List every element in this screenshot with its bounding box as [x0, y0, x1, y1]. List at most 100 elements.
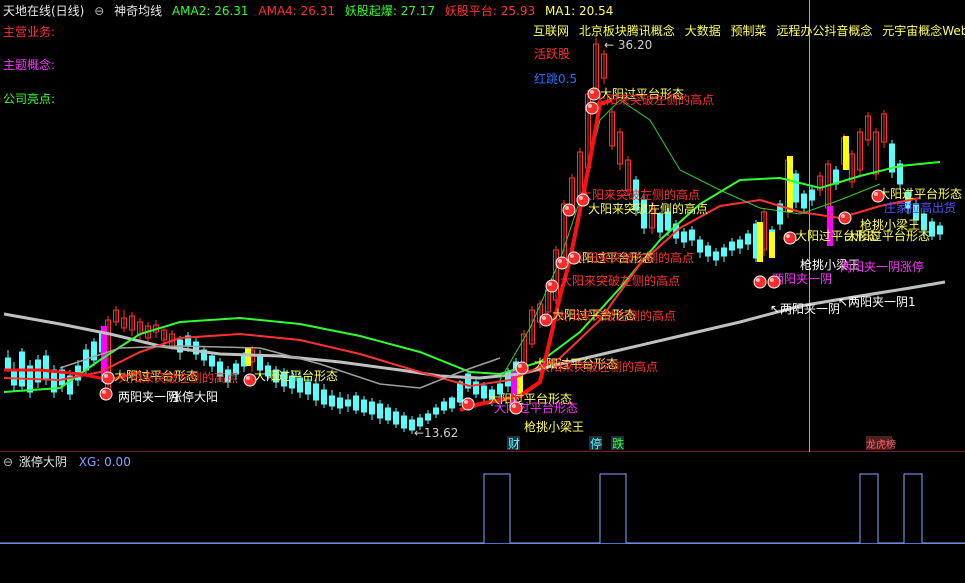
candle-body [929, 221, 935, 237]
signal-ball-highlight [542, 316, 546, 320]
pattern-annotation: 大阳来突破左侧的高点 [538, 359, 658, 374]
pattern-annotation: 大阳来突破左侧的高点 [556, 308, 676, 323]
candle-body [441, 401, 447, 411]
signal-ball-highlight [786, 234, 790, 238]
pattern-annotation: 两阳夹一阴 [118, 390, 178, 404]
candle-body [257, 355, 263, 371]
candle-body [385, 407, 391, 421]
signal-ball-icon [767, 275, 781, 289]
candle-body [417, 417, 423, 427]
signal-ball-icon [576, 193, 590, 207]
candle-body [921, 213, 927, 231]
signal-ball-highlight [558, 259, 562, 263]
event-marker-label: 财 [508, 437, 520, 451]
signal-ball-highlight [512, 404, 516, 408]
main-business-label: 主营业务: [3, 25, 56, 39]
candle-body [657, 213, 663, 233]
signal-ball-highlight [104, 374, 108, 378]
concept-item: 元宇宙概念 [882, 24, 943, 38]
pattern-annotation: 枪挑小梁王 [524, 419, 584, 434]
sub-panel-title[interactable]: 涨停大阴 [19, 455, 67, 469]
kline-chart[interactable]: 大阳过平台形态大阳来突破左侧的高点大阳来突破左侧的高点大阳来突破左侧的高点大阳过… [0, 0, 965, 579]
event-marker-label: 龙虎榜 [866, 438, 896, 451]
sub-panel-header: ⊖ 涨停大阴 XG: 0.00 [0, 452, 139, 472]
price-high-label: ← 36.20 [604, 38, 652, 52]
concept-item: 抖音概念 [824, 24, 873, 38]
signal-ball-icon [243, 373, 257, 387]
signal-ball-highlight [588, 104, 592, 108]
candle-body [737, 239, 743, 249]
signal-ball-highlight [579, 196, 583, 200]
signal-ball-highlight [590, 90, 594, 94]
pattern-annotation: ↖两阳夹一阴1 [838, 295, 916, 309]
concept-item: 北京板块 [578, 24, 627, 38]
concept-item: 预制菜 [730, 24, 767, 38]
sub-panel-toggle-icon[interactable]: ⊖ [3, 455, 13, 469]
candle-body [329, 395, 335, 407]
signal-ball-icon [461, 397, 475, 411]
candle-body [801, 193, 807, 209]
candle-body [481, 385, 487, 399]
signal-ball-highlight [756, 278, 760, 282]
chart-stage[interactable]: 大阳过平台形态 大阳来突破左侧的高点 大阳来突破左侧的高点 大阳来突破左侧的高点 大阳过… [0, 0, 965, 579]
concept-item: 互联网 [533, 24, 570, 38]
candle-body [457, 381, 463, 403]
signal-ball-icon [99, 387, 113, 401]
signal-ball-icon [587, 87, 601, 101]
indicator-toggle-icon[interactable]: ⊖ [94, 4, 104, 18]
candle-body [353, 395, 359, 411]
signal-ball-icon [509, 401, 523, 415]
signal-ball-icon [871, 189, 885, 203]
candle-body [401, 415, 407, 429]
yg-qb-value: 妖股起爆: 27.17 [344, 4, 436, 18]
stock-title[interactable]: 天地在线(日线) [3, 4, 84, 18]
candle-body [793, 173, 799, 203]
signal-ball-icon [539, 313, 553, 327]
signal-ball-highlight [246, 376, 250, 380]
candle-body [369, 401, 375, 415]
signal-ball-icon [101, 371, 115, 385]
signal-ball-highlight [102, 390, 106, 394]
main-concept-label: 主题概念: [3, 58, 56, 72]
active-stock-tag: 活跃股 [534, 47, 570, 61]
signal-ball-highlight [565, 206, 569, 210]
pattern-annotation: 大阳来突破左侧的高点 [574, 250, 694, 265]
highlight-candle [757, 222, 763, 262]
yg-pt-value: 妖股平台: 25.93 [444, 4, 536, 18]
concept-list: 互联网 北京板块腾讯概念 大数据 预制菜 远程办公抖音概念 元宇宙概念Web3概 [533, 22, 965, 39]
concept-item: 大数据 [684, 24, 721, 38]
pattern-annotation: 大阳来突破左侧的高点 [580, 187, 700, 202]
candle-body [689, 229, 695, 241]
pattern-annotation: 枪挑小梁王 [860, 217, 920, 232]
pattern-annotation: 大阳过平台形态 [494, 400, 578, 415]
event-marker-label: 跌 [612, 436, 624, 451]
hongtiao-tag: 红跳0.5 [534, 71, 577, 86]
pattern-annotation: 庄家拉高出货 [884, 200, 956, 215]
concept-item: Web3概 [942, 24, 965, 38]
signal-ball-icon [567, 251, 581, 265]
candle-body [321, 389, 327, 405]
candle-body [809, 189, 815, 201]
highlights-label: 公司亮点: [3, 92, 56, 106]
pattern-annotation: 涨停大阳 [170, 389, 218, 404]
indicator-name[interactable]: 神奇均线 [114, 4, 162, 18]
price-low-label: ←13.62 [414, 426, 458, 440]
ama4-value: AMA4: 26.31 [258, 4, 336, 18]
ma1-value: MA1: 20.54 [544, 4, 614, 18]
candle-body [393, 411, 399, 425]
signal-ball-highlight [570, 254, 574, 258]
candle-body [721, 247, 727, 257]
candle-body [377, 403, 383, 419]
signal-ball-icon [555, 256, 569, 270]
pattern-annotation: 大阳来突破左侧的高点 [594, 92, 714, 107]
signal-ball-icon [838, 211, 852, 225]
candle-body [937, 225, 943, 235]
pattern-annotation: 两阳夹一阴涨停 [840, 259, 924, 274]
candle-body [361, 399, 367, 413]
pattern-annotation: ↖两阳夹一阴 [770, 302, 840, 316]
concept-item: 远程办公 [776, 24, 825, 38]
concept-item: 腾讯概念 [626, 24, 675, 38]
pattern-annotation: 两阳夹一阴 [772, 272, 832, 286]
pattern-annotation: 大阳过平台形态 [878, 186, 962, 201]
xg-signal-line [0, 473, 965, 544]
